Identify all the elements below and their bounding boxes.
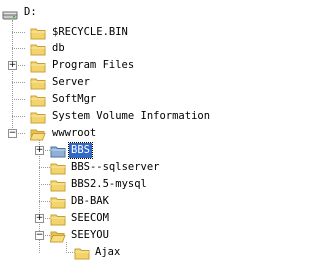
expand-plus-icon[interactable]: + <box>35 146 44 155</box>
tree-node-label: System Volume Information <box>52 110 211 122</box>
folder-icon <box>74 246 90 260</box>
folder-icon <box>30 76 46 90</box>
expand-plus-icon[interactable]: + <box>8 61 17 70</box>
tree-node-label: BBS--sqlserver <box>71 161 160 173</box>
folder-icon <box>30 26 46 40</box>
tree-node-label: SEEYOU <box>71 229 109 241</box>
tree-node-label: wwwroot <box>52 127 97 139</box>
expand-plus-icon[interactable]: + <box>35 214 44 223</box>
tree-node-label: SEECOM <box>71 212 109 224</box>
collapse-minus-icon[interactable]: − <box>8 129 17 138</box>
tree-node-label: BBS2.5-mysql <box>71 178 147 190</box>
tree-node-label: db <box>52 42 65 54</box>
tree-node-label: Server <box>52 76 90 88</box>
folder-icon <box>30 110 46 124</box>
collapse-minus-icon[interactable]: − <box>35 231 44 240</box>
tree-node-label: D: <box>24 6 37 18</box>
tree-node-label: SoftMgr <box>52 93 97 105</box>
folder-open-icon <box>49 229 66 243</box>
folder-icon <box>50 178 66 192</box>
folder-icon <box>30 42 46 56</box>
folder-icon <box>30 59 46 73</box>
folder-icon <box>30 93 46 107</box>
tree-node-label: Program Files <box>52 59 135 71</box>
tree-node-label: DB-BAK <box>71 195 109 207</box>
drive-icon <box>2 8 18 22</box>
folder-icon <box>50 195 66 209</box>
tree-node-label: $RECYCLE.BIN <box>52 26 128 38</box>
folder-icon <box>50 212 66 226</box>
folder-icon <box>50 144 66 158</box>
folder-open-icon <box>29 127 46 141</box>
tree-node-label: BBS <box>68 142 93 159</box>
folder-icon <box>50 161 66 175</box>
